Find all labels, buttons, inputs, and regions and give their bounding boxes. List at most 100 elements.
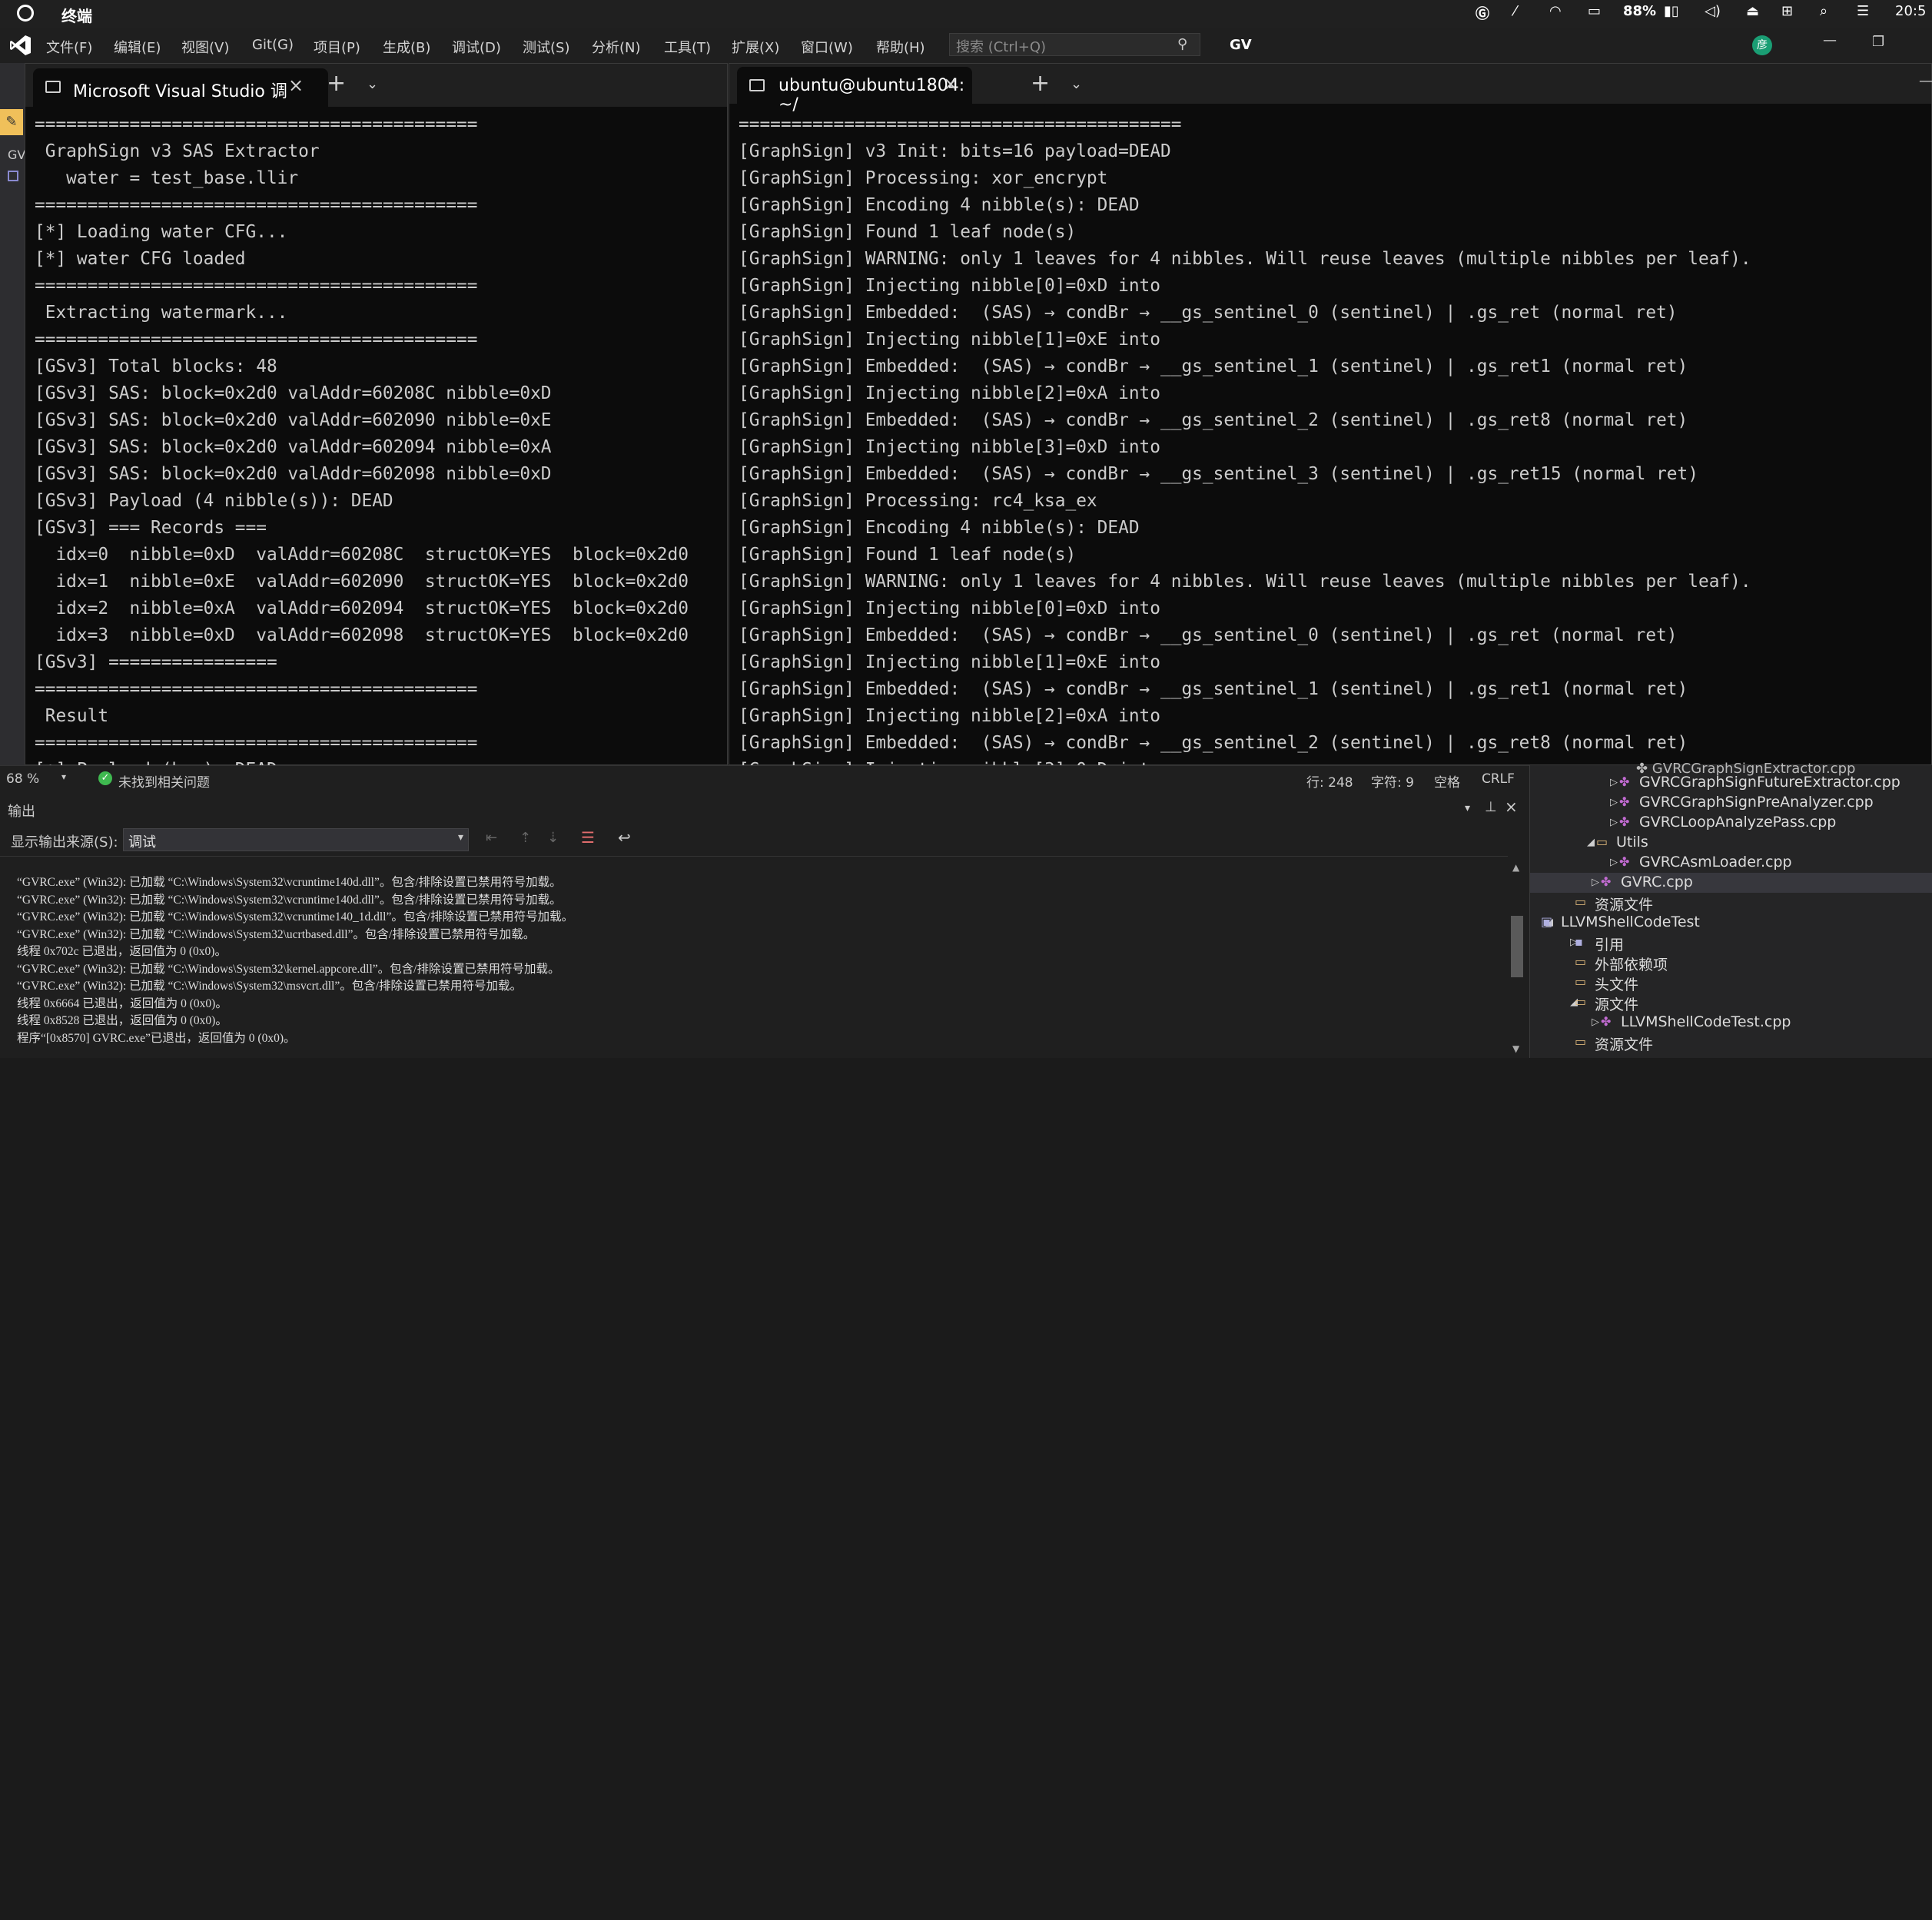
wifi-icon[interactable]: ◠ [1549, 3, 1562, 19]
bluetooth-off-icon[interactable]: ⁄ [1514, 3, 1516, 19]
solution-tree-item[interactable]: ▭ 头文件 [1530, 973, 1932, 993]
solution-tree-item-label: 资源文件 [1595, 1036, 1654, 1053]
g-app-icon[interactable]: Ⓖ [1476, 3, 1489, 23]
output-source-select[interactable]: 调试 ▾ [123, 828, 469, 851]
menu-edit[interactable]: 编辑(E) [114, 37, 161, 57]
cpp-file-icon: ✤ [1601, 874, 1612, 889]
solution-tree-item[interactable]: ▷ ✤ GVRCGraphSignFutureExtractor.cpp [1530, 773, 1932, 793]
search-icon[interactable]: ⌕ [1820, 3, 1827, 19]
output-scrollbar[interactable]: ▲ ▼ [1508, 862, 1526, 1058]
terminal-line: Result [35, 706, 109, 726]
eject-icon[interactable]: ⏏ [1746, 3, 1759, 19]
battery-icon[interactable]: ▮▯ [1664, 3, 1679, 19]
pin-icon[interactable]: ⊥ [1485, 799, 1497, 815]
close-tab-icon[interactable]: × [943, 73, 958, 95]
solution-tree-item[interactable]: ▭ 资源文件 [1530, 1033, 1932, 1053]
output-log[interactable]: “GVRC.exe” (Win32): 已加载 “C:\Windows\Syst… [17, 874, 573, 1047]
menu-build[interactable]: 生成(B) [383, 37, 430, 57]
issues-status[interactable]: 未找到相关问题 [118, 771, 210, 791]
collapsed-arrow-icon[interactable]: ▷ [1592, 877, 1599, 888]
indent-indicator[interactable]: 空格 [1434, 771, 1460, 791]
minimize-icon[interactable]: — [1823, 32, 1837, 48]
menu-view[interactable]: 视图(V) [181, 37, 229, 57]
solution-tree-item-label: 引用 [1595, 937, 1625, 953]
line-indicator[interactable]: 行: 248 [1306, 771, 1353, 791]
collapsed-arrow-icon[interactable]: ▷ [1610, 857, 1618, 868]
pin-tool-icon[interactable]: ✎ [0, 109, 23, 135]
solution-tree-item[interactable]: ◢ ▭ 源文件 [1530, 993, 1932, 1013]
menu-window[interactable]: 窗口(W) [801, 37, 853, 57]
new-tab-plus-icon[interactable]: + [1031, 70, 1050, 97]
word-wrap-icon[interactable]: ↩ [618, 828, 631, 847]
menu-extensions[interactable]: 扩展(X) [732, 37, 779, 57]
collapsed-arrow-icon[interactable]: ▷ [1610, 777, 1618, 788]
solution-tree-item[interactable]: ▭ 资源文件 [1530, 893, 1932, 914]
display-icon[interactable]: ▭ [1588, 3, 1601, 19]
account-avatar[interactable]: 彦 [1752, 35, 1772, 55]
folder-icon: ▭ [1575, 894, 1587, 909]
cpp-file-icon: ✤ [1619, 774, 1630, 789]
new-tab-plus-icon[interactable]: + [327, 70, 346, 97]
chevron-down-icon: ▾ [457, 831, 463, 844]
menu-analyze[interactable]: 分析(N) [592, 37, 641, 57]
previous-message-icon[interactable]: ⇡ [520, 830, 531, 846]
panel-menu-chevron-icon[interactable]: ▾ [1465, 802, 1470, 814]
next-message-icon[interactable]: ⇣ [547, 830, 559, 846]
collapsed-arrow-icon[interactable]: ▷ [1592, 1016, 1599, 1028]
collapsed-arrow-icon[interactable]: ▷ [1610, 797, 1618, 808]
vs-left-gutter: ✎ GV [0, 63, 25, 765]
terminal-line: ========================================… [35, 733, 478, 753]
close-panel-icon[interactable]: × [1505, 798, 1518, 816]
scrollbar-thumb[interactable] [1511, 916, 1523, 977]
solution-tree-item[interactable]: ▭ 外部依赖项 [1530, 953, 1932, 973]
menu-debug[interactable]: 调试(D) [452, 37, 501, 57]
volume-icon[interactable]: ◁) [1705, 3, 1721, 19]
cpp-file-icon: ✤ [1619, 854, 1630, 869]
go-to-location-icon[interactable]: ⇤ [486, 830, 497, 846]
left-terminal-tab[interactable]: Microsoft Visual Studio 调 × [33, 68, 328, 107]
menu-project[interactable]: 项目(P) [314, 37, 360, 57]
folder-icon: ▭ [1575, 974, 1587, 989]
close-tab-icon[interactable]: × [288, 75, 304, 96]
menu-tools[interactable]: 工具(T) [664, 37, 711, 57]
chevron-down-icon[interactable]: ⌄ [367, 76, 378, 92]
zoom-dropdown-chevron-icon[interactable]: ▾ [61, 771, 66, 782]
column-indicator[interactable]: 字符: 9 [1371, 771, 1414, 791]
minimize-icon[interactable]: — [1919, 73, 1932, 89]
expanded-arrow-icon[interactable]: ◢ [1587, 837, 1595, 848]
scroll-down-icon[interactable]: ▼ [1512, 1043, 1519, 1054]
solution-tree-item[interactable]: ◢ ▭ Utils [1530, 833, 1932, 853]
solution-tree-item[interactable]: ◢ ▣ LLVMShellCodeTest [1530, 913, 1932, 933]
eol-indicator[interactable]: CRLF [1482, 771, 1515, 787]
solution-tree-item-label: 源文件 [1595, 996, 1639, 1013]
menu-file[interactable]: 文件(F) [46, 37, 92, 57]
collapsed-arrow-icon[interactable]: ▷ [1610, 817, 1618, 828]
output-line: 线程 0x702c 已退出，返回值为 0 (0x0)。 [17, 945, 227, 958]
solution-tree-item-label: 外部依赖项 [1595, 957, 1668, 973]
terminal-line: idx=0 nibble=0xD valAddr=60208C structOK… [35, 545, 689, 565]
chevron-down-icon[interactable]: ⌄ [1071, 76, 1082, 92]
solution-tree-item[interactable]: ▷ ✤ GVRCGraphSignPreAnalyzer.cpp [1530, 793, 1932, 813]
clear-all-icon[interactable]: ☰ [581, 828, 595, 847]
solution-tree-item[interactable]: ▷ ✤ LLVMShellCodeTest.cpp [1530, 1013, 1932, 1033]
class-view-icon[interactable] [8, 171, 18, 181]
right-terminal-tab[interactable]: ubuntu@ubuntu1804: ~/ × [737, 67, 972, 114]
menu-git[interactable]: Git(G) [252, 37, 294, 53]
vs-search-input[interactable]: 搜索 (Ctrl+Q) ⚲ [949, 33, 1200, 56]
menu-help[interactable]: 帮助(H) [876, 37, 925, 57]
menu-test[interactable]: 测试(S) [523, 37, 569, 57]
solution-tree-item[interactable]: ▷ ✤ GVRCLoopAnalyzePass.cpp [1530, 813, 1932, 833]
terminal-line: [GraphSign] Embedded: (SAS) → condBr → _… [739, 410, 1688, 430]
zoom-level[interactable]: 68 % [6, 771, 39, 787]
clock: 20:5 [1895, 3, 1927, 19]
solution-tree-item[interactable]: ▷ ✤ GVRC.cpp [1530, 873, 1932, 893]
os-logo-icon[interactable] [17, 5, 34, 22]
scroll-up-icon[interactable]: ▲ [1512, 862, 1519, 873]
gutter-label: GV [8, 148, 26, 162]
restore-icon[interactable]: ❐ [1872, 34, 1884, 50]
solution-tree-item[interactable]: ▷ ▪ 引用 [1530, 933, 1932, 953]
cpp-file-icon: ✤ [1619, 814, 1630, 829]
control-center-icon[interactable]: ☰ [1857, 3, 1869, 19]
input-method-icon[interactable]: ⊞ [1781, 3, 1793, 19]
solution-tree-item[interactable]: ▷ ✤ GVRCAsmLoader.cpp [1530, 853, 1932, 873]
